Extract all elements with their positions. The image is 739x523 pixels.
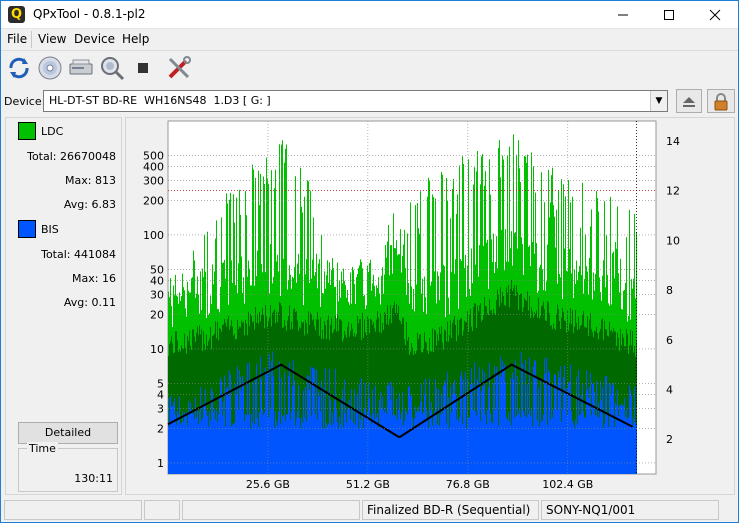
scan-button[interactable]: [98, 54, 126, 82]
disc-info-icon: [38, 56, 62, 80]
status-bar: Finalized BD-R (Sequential) SONY-NQ1/001: [1, 498, 738, 522]
bis-avg: Avg: 0.11: [64, 296, 116, 309]
time-value: 130:11: [74, 472, 113, 485]
device-select[interactable]: HL-DT-ST BD-RE WH16NS48 1.D3 [ G: ] ▼: [43, 90, 668, 112]
eject-button[interactable]: [676, 89, 702, 113]
status-cell-1: [4, 500, 142, 520]
y-left-tick-label: 500: [143, 149, 164, 162]
y-right-tick-label: 6: [666, 334, 673, 347]
ldc-color-swatch: [18, 122, 36, 140]
eject-icon: [683, 96, 695, 107]
menu-view[interactable]: View: [38, 32, 66, 46]
ldc-max-label: Max:: [65, 174, 92, 187]
ldc-total: Total: 26670048: [27, 150, 116, 163]
status-cell-3: [182, 500, 360, 520]
y-left-tick-label: 2: [157, 423, 164, 436]
bis-legend-label: BIS: [41, 223, 59, 236]
window-title: QPxTool - 0.8.1-pl2: [33, 7, 146, 21]
device-bar: Device: HL-DT-ST BD-RE WH16NS48 1.D3 [ G…: [1, 87, 738, 115]
ldc-avg-label: Avg:: [63, 198, 88, 211]
device-label: Device:: [4, 95, 46, 108]
y-left-tick-label: 10: [150, 343, 164, 356]
drive-icon: [69, 59, 93, 75]
bis-total-value: 441084: [74, 248, 116, 261]
y-left-tick-label: 50: [150, 263, 164, 276]
drive-button[interactable]: [67, 54, 95, 82]
chart-panel: 1 2 3 4 5 10 20 30 40 50 100 200 300 400 500 2 4 6 8 10 12 14…: [125, 117, 735, 495]
x-tick-label: 76.8 GB: [446, 478, 490, 491]
x-tick-label: 102.4 GB: [542, 478, 593, 491]
bis-max: Max: 16: [72, 272, 116, 285]
bis-max-label: Max:: [72, 272, 99, 285]
y-right-tick-label: 4: [666, 383, 673, 396]
bis-max-value: 16: [102, 272, 116, 285]
tools-button[interactable]: [165, 54, 193, 82]
y-right-tick-label: 14: [666, 135, 680, 148]
lock-button[interactable]: [707, 89, 735, 113]
minimize-icon: [618, 14, 628, 15]
minimize-button[interactable]: [600, 1, 646, 29]
x-tick-label: 51.2 GB: [346, 478, 390, 491]
device-selected-value: HL-DT-ST BD-RE WH16NS48 1.D3 [ G: ]: [49, 94, 271, 107]
ldc-max-value: 813: [95, 174, 116, 187]
stop-button[interactable]: [129, 54, 157, 82]
y-left-tick-label: 30: [150, 289, 164, 302]
detailed-button[interactable]: Detailed: [18, 422, 118, 444]
tools-icon: [168, 56, 191, 79]
time-label: Time: [27, 442, 58, 455]
refresh-icon: [9, 57, 29, 79]
stats-panel: LDC Total: 26670048 Max: 813 Avg: 6.83 B…: [5, 117, 122, 495]
close-button[interactable]: [692, 1, 738, 29]
y-left-tick-label: 200: [143, 195, 164, 208]
stop-icon: [138, 63, 148, 73]
y-left-tick-label: 1: [157, 457, 164, 470]
ldc-total-label: Total:: [27, 150, 57, 163]
qpxtool-window: Q QPxTool - 0.8.1-pl2 File View Device H…: [0, 0, 739, 523]
media-id-status: SONY-NQ1/001: [541, 500, 719, 520]
menu-help[interactable]: Help: [122, 32, 149, 46]
disc-info-button[interactable]: [36, 54, 64, 82]
y-left-tick-label: 100: [143, 229, 164, 242]
ldc-total-value: 26670048: [60, 150, 116, 163]
toolbar: [1, 50, 738, 86]
close-icon: [709, 9, 721, 20]
scan-magnifier-icon: [101, 57, 125, 81]
y-left-tick-label: 300: [143, 175, 164, 188]
ldc-avg: Avg: 6.83: [64, 198, 116, 211]
x-tick-label: 25.6 GB: [246, 478, 290, 491]
ldc-avg-value: 6.83: [91, 198, 117, 211]
y-right-tick-label: 8: [666, 284, 673, 297]
app-icon: Q: [8, 6, 25, 23]
y-left-tick-label: 3: [157, 403, 164, 416]
menu-separator: [31, 31, 32, 48]
ldc-legend-label: LDC: [41, 125, 64, 138]
maximize-icon: [664, 9, 674, 20]
status-cell-2: [144, 500, 180, 520]
bis-avg-label: Avg:: [63, 296, 88, 309]
menu-device[interactable]: Device: [74, 32, 115, 46]
menu-file[interactable]: File: [7, 32, 27, 46]
ldc-max: Max: 813: [65, 174, 116, 187]
bis-color-swatch: [18, 220, 36, 238]
y-left-tick-label: 20: [150, 309, 164, 322]
y-right-tick-label: 2: [666, 433, 673, 446]
menu-bar: File View Device Help: [1, 29, 738, 49]
maximize-button[interactable]: [646, 1, 692, 29]
disc-type-status: Finalized BD-R (Sequential): [362, 500, 539, 520]
ldc-bis-chart: 1234510203040501002003004005002468101214…: [143, 120, 680, 491]
refresh-button[interactable]: [5, 54, 33, 82]
y-right-tick-label: 10: [666, 234, 680, 247]
time-group: Time 130:11: [18, 442, 118, 492]
title-bar: Q QPxTool - 0.8.1-pl2: [1, 1, 738, 29]
y-right-tick-label: 12: [666, 185, 680, 198]
lock-icon: [714, 92, 728, 110]
chevron-down-icon[interactable]: ▼: [650, 91, 667, 111]
bis-avg-value: 0.11: [91, 296, 117, 309]
bis-total: Total: 441084: [41, 248, 116, 261]
y-left-tick-label: 5: [157, 377, 164, 390]
bis-total-label: Total:: [41, 248, 71, 261]
